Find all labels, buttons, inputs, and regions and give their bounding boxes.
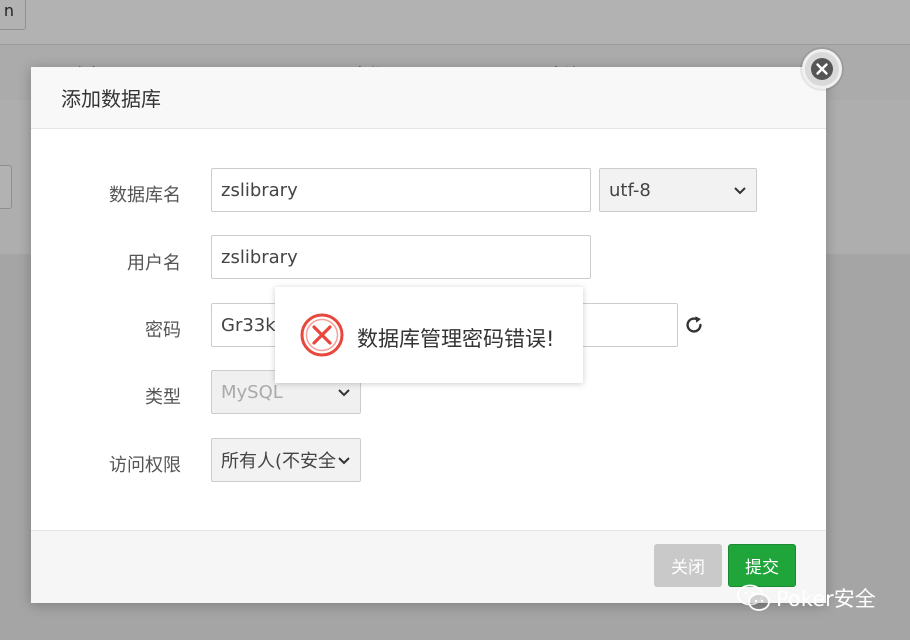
error-message: 数据库管理密码错误! xyxy=(357,327,555,351)
wechat-logo-icon xyxy=(737,584,770,611)
password-label: 密码 xyxy=(145,320,181,341)
password-value: Gr33kl xyxy=(221,314,281,336)
db-name-input[interactable]: zslibrary xyxy=(211,168,591,212)
access-value: 所有人(不安全 xyxy=(221,451,337,472)
username-input[interactable]: zslibrary xyxy=(211,235,591,279)
chevron-down-icon xyxy=(734,187,746,195)
error-toast: 数据库管理密码错误! xyxy=(275,287,583,383)
db-name-label: 数据库名 xyxy=(109,185,181,206)
username-value: zslibrary xyxy=(221,246,298,268)
dialog-title: 添加数据库 xyxy=(61,87,161,111)
submit-button[interactable]: 提交 xyxy=(728,544,796,587)
access-select[interactable]: 所有人(不安全 xyxy=(211,438,361,482)
close-icon xyxy=(811,58,833,80)
charset-value: utf-8 xyxy=(609,179,651,201)
type-label: 类型 xyxy=(145,387,181,408)
username-label: 用户名 xyxy=(127,253,181,274)
chevron-down-icon xyxy=(336,452,352,468)
chevron-down-icon xyxy=(338,389,350,397)
type-value: MySQL xyxy=(221,381,283,403)
dialog-footer: 关闭 提交 xyxy=(31,530,826,603)
dialog-header: 添加数据库 xyxy=(31,67,826,129)
close-button[interactable]: 关闭 xyxy=(654,544,722,587)
dialog-close-button[interactable] xyxy=(802,49,842,89)
access-label: 访问权限 xyxy=(109,455,181,476)
watermark-text: Poker安全 xyxy=(776,587,876,611)
watermark: Poker安全 xyxy=(736,583,876,613)
error-icon xyxy=(300,313,344,357)
charset-select[interactable]: utf-8 xyxy=(599,168,757,212)
db-name-value: zslibrary xyxy=(221,179,298,201)
refresh-icon[interactable] xyxy=(683,314,705,336)
